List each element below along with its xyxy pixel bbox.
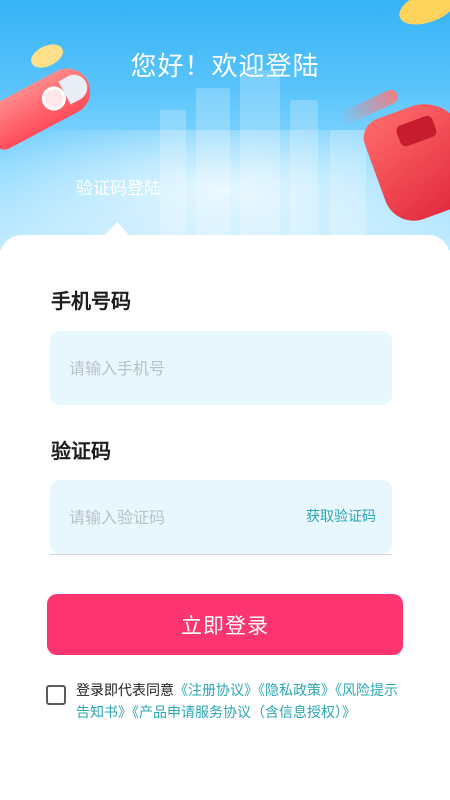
coin-icon [394,0,450,32]
tab-sms-login[interactable]: 验证码登陆 [76,174,161,199]
code-input[interactable] [69,480,269,554]
link-service-agreement[interactable]: 《产品申请服务协议（含信息授权）》 [132,705,356,721]
header-banner: 您好！欢迎登陆 验证码登陆 [0,0,450,250]
get-code-button[interactable]: 获取验证码 [306,480,376,554]
page-title: 您好！欢迎登陆 [130,52,320,82]
phone-field-container [50,331,392,405]
agreement-text: 登录即代表同意《注册协议》《隐私政策》《风险提示告知书》《产品申请服务协议（含信… [76,680,406,724]
divider [50,554,392,555]
login-button[interactable]: 立即登录 [47,594,403,655]
code-label: 验证码 [51,439,111,463]
link-privacy-policy[interactable]: 《隐私政策》 [258,683,335,699]
tab-indicator [104,222,130,236]
phone-label: 手机号码 [51,289,131,313]
code-field-container: 获取验证码 [50,480,392,555]
agreement-checkbox[interactable] [46,685,66,705]
link-register-agreement[interactable]: 《注册协议》 [174,683,258,699]
phone-input[interactable] [69,331,369,405]
agreement-prefix: 登录即代表同意 [76,683,174,699]
